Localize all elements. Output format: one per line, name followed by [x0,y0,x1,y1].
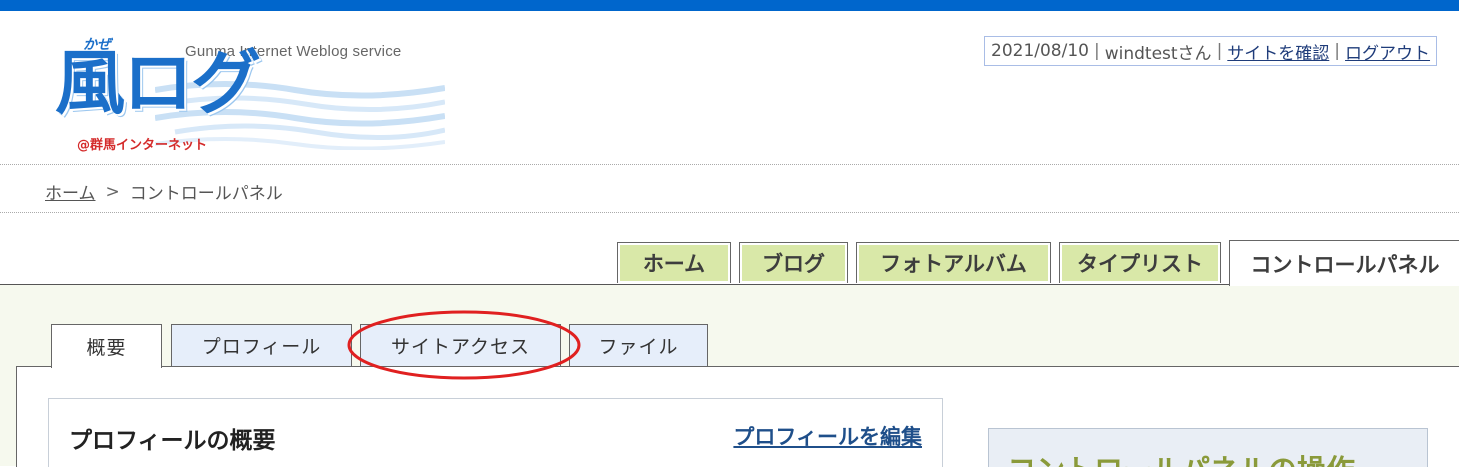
breadcrumb-current: コントロールパネル [129,184,283,204]
subtab-overview[interactable]: 概要 [51,324,162,368]
logo-wordmark: 風ログ [55,42,261,124]
breadcrumb-home-link[interactable]: ホーム [45,179,96,204]
top-accent-bar [0,0,1459,11]
tab-photo-album[interactable]: フォトアルバム [856,242,1051,283]
control-panel-operations-box: コントロールパネルの操作 [988,428,1428,467]
view-site-link[interactable]: サイトを確認 [1227,39,1329,64]
divider [0,164,1459,165]
logo-subtext: @群馬インターネット [77,138,208,153]
subtab-file[interactable]: ファイル [569,324,708,366]
user-info-box: 2021/08/10 | windtestさん | サイトを確認 | ログアウト [984,36,1438,66]
subtab-profile[interactable]: プロフィール [171,324,352,366]
username: windtestさん [1104,43,1212,64]
profile-overview-title: プロフィールの概要 [69,428,276,454]
separator: | [1216,41,1223,61]
profile-overview-box: プロフィールの概要 プロフィールを編集 [48,398,943,467]
chevron-right-icon: > [105,181,120,202]
separator: | [1093,41,1100,61]
subtab-site-access[interactable]: サイトアクセス [360,324,561,366]
tab-control-panel[interactable]: コントロールパネル [1229,240,1459,286]
control-panel-operations-title: コントロールパネルの操作 [1007,447,1355,467]
tab-home[interactable]: ホーム [617,242,731,283]
edit-profile-link[interactable]: プロフィールを編集 [733,421,922,451]
divider [0,212,1459,213]
site-logo[interactable]: かぜ Gunma Internet Weblog service 風ログ @群馬… [55,30,445,155]
separator: | [1334,41,1341,61]
tab-blog[interactable]: ブログ [739,242,848,283]
breadcrumb: ホーム > コントロールパネル [45,179,283,205]
current-date: 2021/08/10 [991,41,1089,61]
logout-link[interactable]: ログアウト [1345,39,1430,64]
tab-typelist[interactable]: タイプリスト [1059,242,1221,283]
